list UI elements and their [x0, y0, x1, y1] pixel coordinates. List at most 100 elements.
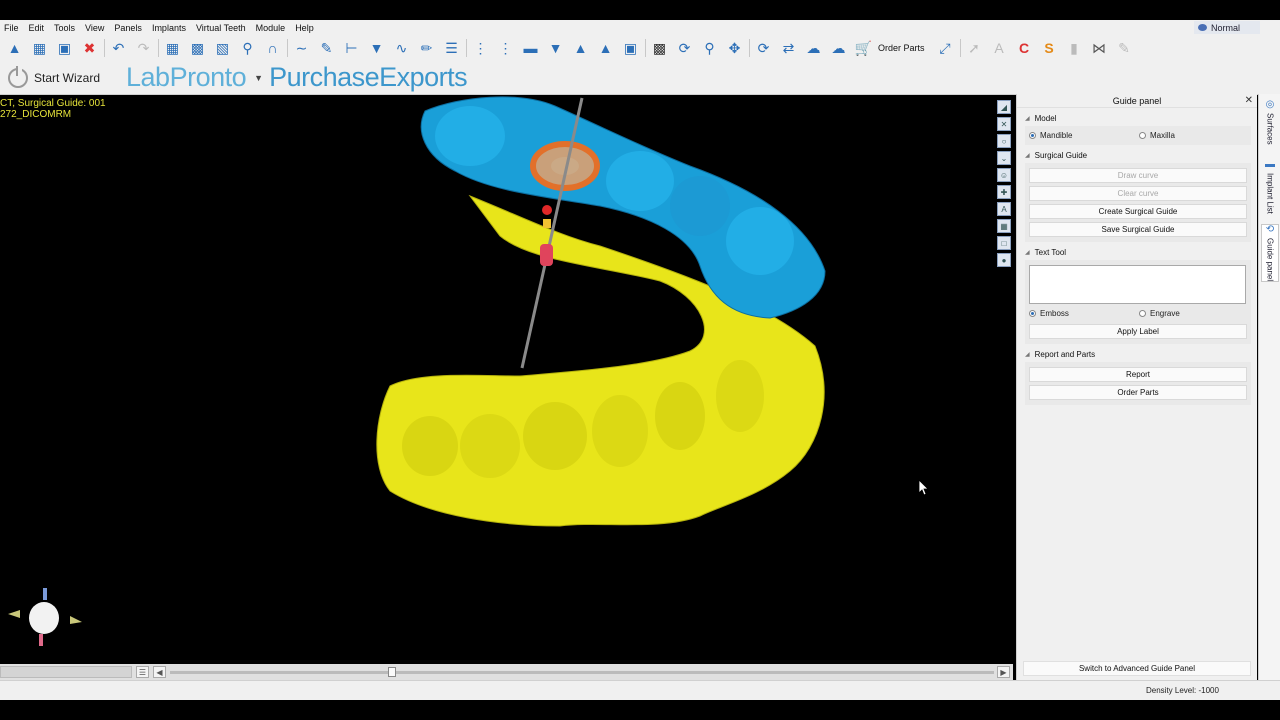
tab-implant-list[interactable]: ▬ Implant List: [1261, 160, 1279, 214]
curve-icon[interactable]: ∿: [391, 38, 412, 59]
c-icon[interactable]: C: [1014, 38, 1035, 59]
view-bottom-icon[interactable]: ⌄: [997, 151, 1011, 165]
nerve-icon[interactable]: ✎: [316, 38, 337, 59]
grid-icon[interactable]: ▦: [997, 219, 1011, 233]
teeth-set-icon[interactable]: ▲: [595, 38, 616, 59]
undo-icon[interactable]: ↶: [108, 38, 129, 59]
draw-curve-button[interactable]: Draw curve: [1029, 168, 1247, 183]
menu-edit[interactable]: Edit: [24, 23, 50, 33]
save-surgical-guide-button[interactable]: Save Surgical Guide: [1029, 222, 1247, 237]
open-project-icon[interactable]: ▲: [4, 38, 25, 59]
arch-icon[interactable]: ∩: [262, 38, 283, 59]
tab-surfaces[interactable]: ◎ Surfaces: [1261, 100, 1279, 145]
screenshot-icon[interactable]: ▣: [620, 38, 641, 59]
slider-prev-icon[interactable]: ◀: [153, 666, 166, 678]
slider-menu-icon[interactable]: ☰: [136, 666, 149, 678]
cart-icon[interactable]: 🛒: [853, 38, 874, 59]
close-icon[interactable]: ✕: [1245, 95, 1253, 106]
menu-file[interactable]: File: [0, 23, 24, 33]
section-surgical-guide[interactable]: ◢ Surgical Guide: [1025, 151, 1257, 160]
crosshair-icon[interactable]: ✚: [997, 185, 1011, 199]
order-parts-toolbar-label[interactable]: Order Parts: [878, 43, 925, 53]
section-report-parts[interactable]: ◢ Report and Parts: [1025, 350, 1257, 359]
view-side-icon[interactable]: ✕: [997, 117, 1011, 131]
orientation-widget[interactable]: [6, 586, 86, 650]
ruler-icon[interactable]: ▬: [520, 38, 541, 59]
rotate-icon[interactable]: ⟳: [674, 38, 695, 59]
order-parts-button[interactable]: Order Parts: [1029, 385, 1247, 400]
axes-icon[interactable]: ➚: [964, 38, 985, 59]
edit-icon[interactable]: ✎: [1114, 38, 1135, 59]
s-icon[interactable]: S: [1039, 38, 1060, 59]
pen-icon[interactable]: ✏: [416, 38, 437, 59]
magnify-icon[interactable]: ⚲: [237, 38, 258, 59]
split-icon[interactable]: ▮: [1064, 38, 1085, 59]
section-model[interactable]: ◢ Model: [1025, 114, 1257, 123]
expand-icon[interactable]: ⤢: [935, 38, 956, 59]
view-top-icon[interactable]: ◢: [997, 100, 1011, 114]
tab-guide-panel[interactable]: ⟲ Guide panel: [1261, 224, 1279, 283]
contrast-icon[interactable]: ▩: [649, 38, 670, 59]
emboss-radio[interactable]: Emboss: [1025, 309, 1135, 318]
text-a-icon[interactable]: A: [989, 38, 1010, 59]
open-folder-icon[interactable]: ▦: [29, 38, 50, 59]
cloud-icon[interactable]: ☁: [828, 38, 849, 59]
close-project-icon[interactable]: ✖: [79, 38, 100, 59]
implant-icon[interactable]: ⋮: [470, 38, 491, 59]
save-icon[interactable]: ▣: [54, 38, 75, 59]
apply-label-button[interactable]: Apply Label: [1029, 324, 1247, 339]
slice-selector[interactable]: [0, 666, 132, 678]
menu-implants[interactable]: Implants: [147, 23, 191, 33]
tooth-icon[interactable]: ▼: [545, 38, 566, 59]
slices-icon[interactable]: ▩: [187, 38, 208, 59]
panoramic-icon[interactable]: ∼: [291, 38, 312, 59]
menu-panels[interactable]: Panels: [109, 23, 147, 33]
report-button[interactable]: Report: [1029, 367, 1247, 382]
abutment-icon[interactable]: ⋮: [495, 38, 516, 59]
redo-icon[interactable]: ↷: [133, 38, 154, 59]
section-text-tool[interactable]: ◢ Text Tool: [1025, 248, 1257, 257]
labpronto-logo[interactable]: LabPronto: [126, 62, 247, 93]
mandible-radio[interactable]: Mandible: [1025, 131, 1135, 140]
crown-icon[interactable]: ▲: [570, 38, 591, 59]
surfaces-icon: ◎: [1265, 99, 1275, 110]
annotate-icon[interactable]: A: [997, 202, 1011, 216]
cross-curve-icon[interactable]: ⋈: [1089, 38, 1110, 59]
align-icon[interactable]: ⇄: [778, 38, 799, 59]
bounds-icon[interactable]: □: [997, 236, 1011, 250]
slice-slider-track[interactable]: [170, 671, 994, 674]
maxilla-radio[interactable]: Maxilla: [1135, 131, 1175, 140]
arrow-right-icon: [70, 616, 82, 624]
pan-icon[interactable]: ✥: [724, 38, 745, 59]
create-surgical-guide-button[interactable]: Create Surgical Guide: [1029, 204, 1247, 219]
upload-icon[interactable]: ☁: [803, 38, 824, 59]
mouse-cursor-icon: [919, 480, 929, 496]
switch-advanced-guide-button[interactable]: Switch to Advanced Guide Panel: [1023, 661, 1251, 676]
engrave-radio[interactable]: Engrave: [1135, 309, 1180, 318]
volume-icon[interactable]: ▧: [212, 38, 233, 59]
view-front-icon[interactable]: ○: [997, 134, 1011, 148]
layout-grid-icon[interactable]: ▦: [162, 38, 183, 59]
camera-icon[interactable]: ●: [997, 253, 1011, 267]
menu-tools[interactable]: Tools: [49, 23, 80, 33]
zoom-icon[interactable]: ⚲: [699, 38, 720, 59]
settings-sliders-icon[interactable]: ☰: [441, 38, 462, 59]
mandible-molar-3: [523, 402, 587, 470]
slice-slider-thumb[interactable]: [388, 667, 397, 677]
menu-view[interactable]: View: [80, 23, 109, 33]
slider-next-icon[interactable]: ▶: [997, 666, 1010, 678]
start-wizard-button[interactable]: Start Wizard: [8, 65, 100, 88]
chevron-down-icon[interactable]: ▼: [254, 73, 263, 83]
view-face-icon[interactable]: ☺: [997, 168, 1011, 182]
menu-module[interactable]: Module: [251, 23, 291, 33]
measure-icon[interactable]: ⊢: [341, 38, 362, 59]
mode-selector[interactable]: Normal: [1194, 21, 1260, 34]
clear-curve-button[interactable]: Clear curve: [1029, 186, 1247, 201]
reset-view-icon[interactable]: ⟳: [753, 38, 774, 59]
purchase-exports-logo[interactable]: PurchaseExports: [269, 62, 468, 93]
label-text-input[interactable]: [1029, 265, 1246, 304]
menu-help[interactable]: Help: [290, 23, 319, 33]
implant-tool-icon[interactable]: ▼: [366, 38, 387, 59]
3d-viewport[interactable]: CT, Surgical Guide: 001 272_DICOMRM ◢ ✕ …: [0, 96, 1013, 664]
menu-virtual-teeth[interactable]: Virtual Teeth: [191, 23, 251, 33]
